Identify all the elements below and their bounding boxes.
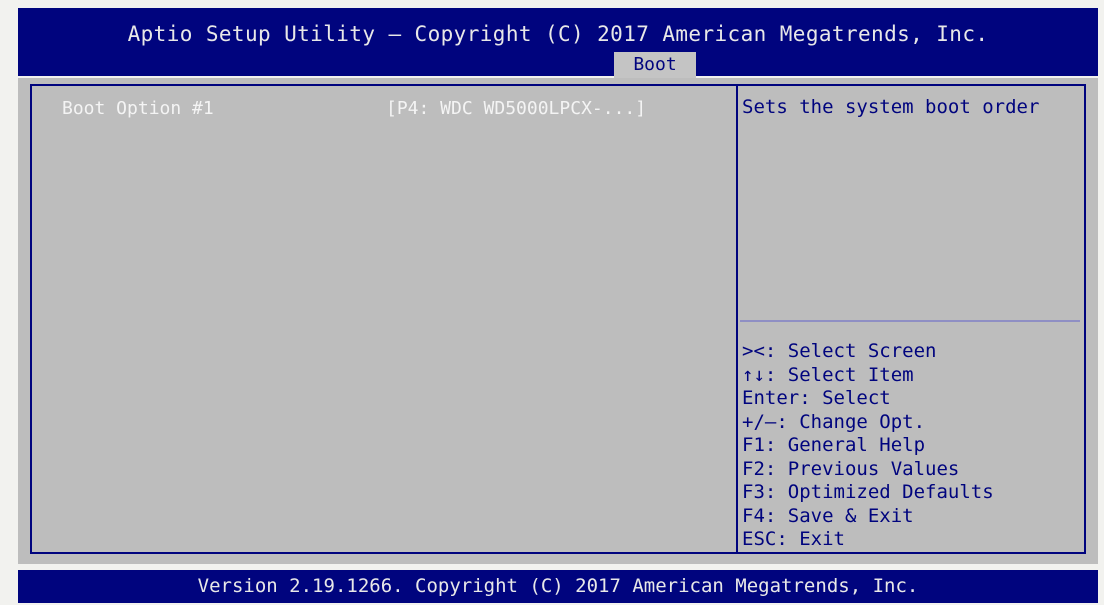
hint-esc-exit: ESC: Exit [742, 528, 845, 550]
title-bar: Aptio Setup Utility – Copyright (C) 2017… [18, 8, 1098, 78]
bios-screen: Aptio Setup Utility – Copyright (C) 2017… [0, 0, 1104, 605]
help-separator [740, 320, 1080, 322]
footer-version-text: Version 2.19.1266. Copyright (C) 2017 Am… [197, 575, 919, 597]
hint-save-exit: F4: Save & Exit [742, 504, 914, 527]
boot-option-1-row[interactable]: Boot Option #1 [P4: WDC WD5000LPCX-...] [62, 98, 722, 122]
tab-boot[interactable]: Boot [614, 52, 696, 78]
hint-previous-values: F2: Previous Values [742, 457, 960, 480]
hint-select-item: ↑↓: Select Item [742, 363, 914, 386]
main-panel: Boot Option #1 [P4: WDC WD5000LPCX-...] … [18, 78, 1098, 564]
hint-change-opt: +/–: Change Opt. [742, 410, 926, 433]
key-hint-list: ><: Select Screen ↑↓: Select Item Enter:… [742, 340, 1082, 552]
boot-option-value[interactable]: [P4: WDC WD5000LPCX-...] [386, 98, 646, 119]
footer-bar: Version 2.19.1266. Copyright (C) 2017 Am… [18, 570, 1098, 603]
hint-optimized-defaults: F3: Optimized Defaults [742, 481, 994, 503]
panel-divider [736, 84, 738, 554]
hint-general-help: F1: General Help [742, 434, 926, 456]
hint-select-screen: ><: Select Screen [742, 340, 937, 362]
help-description: Sets the system boot order [742, 96, 1040, 118]
hint-enter-select: Enter: Select [742, 387, 891, 409]
boot-option-label: Boot Option #1 [62, 98, 214, 119]
title-text: Aptio Setup Utility – Copyright (C) 2017… [127, 22, 989, 46]
